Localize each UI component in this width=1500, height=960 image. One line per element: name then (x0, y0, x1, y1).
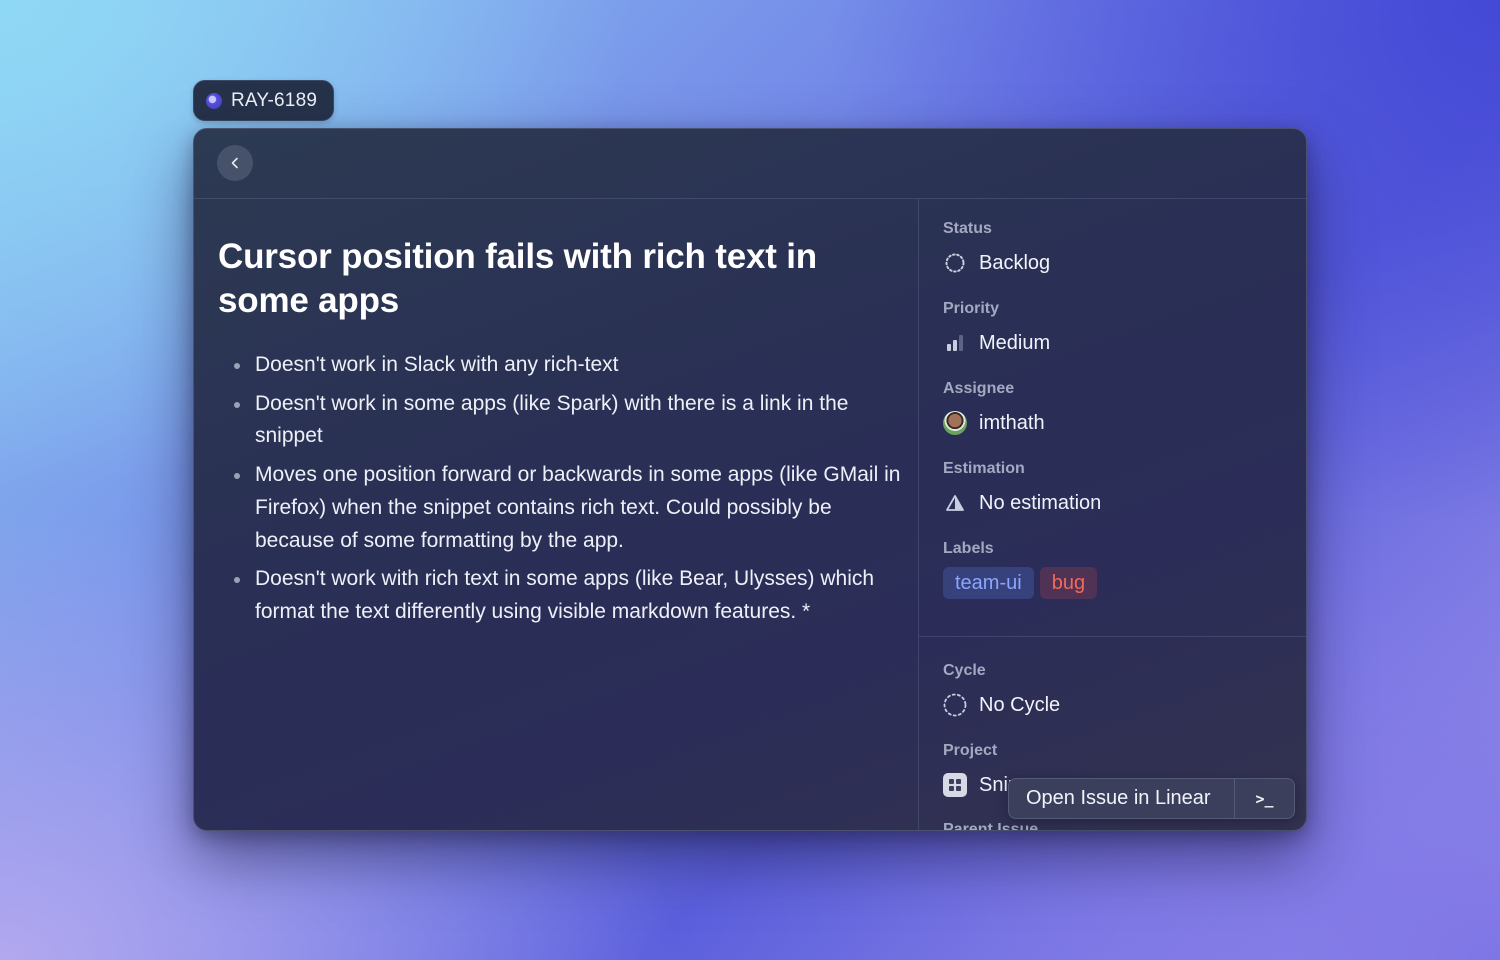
terminal-icon: >_ (1255, 789, 1274, 808)
estimation-label: Estimation (943, 460, 1025, 477)
issue-properties-sidebar: Status Backlog Priority Medium Assignee … (918, 199, 1306, 830)
priority-bars-icon (943, 331, 967, 355)
issue-content: Cursor position fails with rich text in … (194, 199, 918, 830)
avatar (943, 411, 967, 435)
backlog-dashed-circle-icon (943, 251, 967, 275)
bullet-text: Moves one position forward or backwards … (255, 463, 901, 552)
open-issue-in-linear-button[interactable]: Open Issue in Linear (1009, 779, 1235, 818)
bullet-text: Doesn't work with rich text in some apps… (255, 567, 875, 623)
assignee-value[interactable]: imthath (943, 405, 1306, 441)
cycle-text: No Cycle (979, 693, 1061, 716)
priority-label: Priority (943, 300, 1000, 317)
properties-section: Status Backlog Priority Medium Assignee … (919, 199, 1306, 599)
status-value[interactable]: Backlog (943, 245, 1306, 281)
issue-detail-window: Cursor position fails with rich text in … (193, 128, 1307, 831)
label-chip-bug[interactable]: bug (1039, 567, 1098, 599)
actions-menu-button[interactable]: >_ (1235, 779, 1294, 818)
chevron-left-icon (231, 157, 238, 169)
estimation-text: No estimation (979, 491, 1102, 514)
parent-issue-label: Parent Issue (943, 821, 1039, 831)
priority-text: Medium (979, 331, 1051, 354)
dashed-circle-icon (943, 693, 967, 717)
description-bullet: Moves one position forward or backwards … (218, 459, 908, 557)
issue-id-badge: RAY-6189 (193, 80, 334, 121)
description-bullet: Doesn't work with rich text in some apps… (218, 563, 908, 628)
description-bullet: Doesn't work in Slack with any rich-text (218, 349, 908, 382)
bullet-dot (234, 363, 240, 369)
back-button[interactable] (217, 145, 253, 181)
bullet-dot (234, 473, 240, 480)
issue-description: Doesn't work in Slack with any rich-text… (218, 349, 900, 629)
action-bar: Open Issue in Linear >_ (1008, 778, 1295, 819)
project-grid-icon (943, 773, 967, 797)
description-bullet: Doesn't work in some apps (like Spark) w… (218, 388, 908, 453)
issue-title: Cursor position fails with rich text in … (218, 237, 817, 320)
linear-logo-icon (206, 92, 222, 109)
assignee-label: Assignee (943, 380, 1015, 397)
assignee-text: imthath (979, 411, 1045, 434)
project-label: Project (943, 742, 998, 759)
triangle-estimate-icon (943, 491, 967, 515)
label-chip-team-ui[interactable]: team-ui (943, 567, 1034, 599)
status-label: Status (943, 220, 992, 237)
labels-label: Labels (943, 540, 994, 557)
labels-list: team-ui bug (943, 567, 1306, 599)
bullet-dot (234, 401, 240, 408)
estimation-value[interactable]: No estimation (943, 485, 1306, 521)
cycle-label: Cycle (943, 662, 986, 679)
issue-id: RAY-6189 (231, 89, 318, 111)
window-toolbar (194, 129, 1306, 199)
bullet-text: Doesn't work in some apps (like Spark) w… (255, 391, 849, 448)
status-text: Backlog (979, 251, 1051, 274)
project-grid-icon-wrap (943, 773, 967, 797)
bullet-text: Doesn't work in Slack with any rich-text (255, 353, 619, 376)
avatar-wrap (943, 411, 967, 435)
priority-value[interactable]: Medium (943, 325, 1306, 361)
bullet-dot (234, 577, 240, 584)
cycle-value[interactable]: No Cycle (943, 687, 1306, 723)
